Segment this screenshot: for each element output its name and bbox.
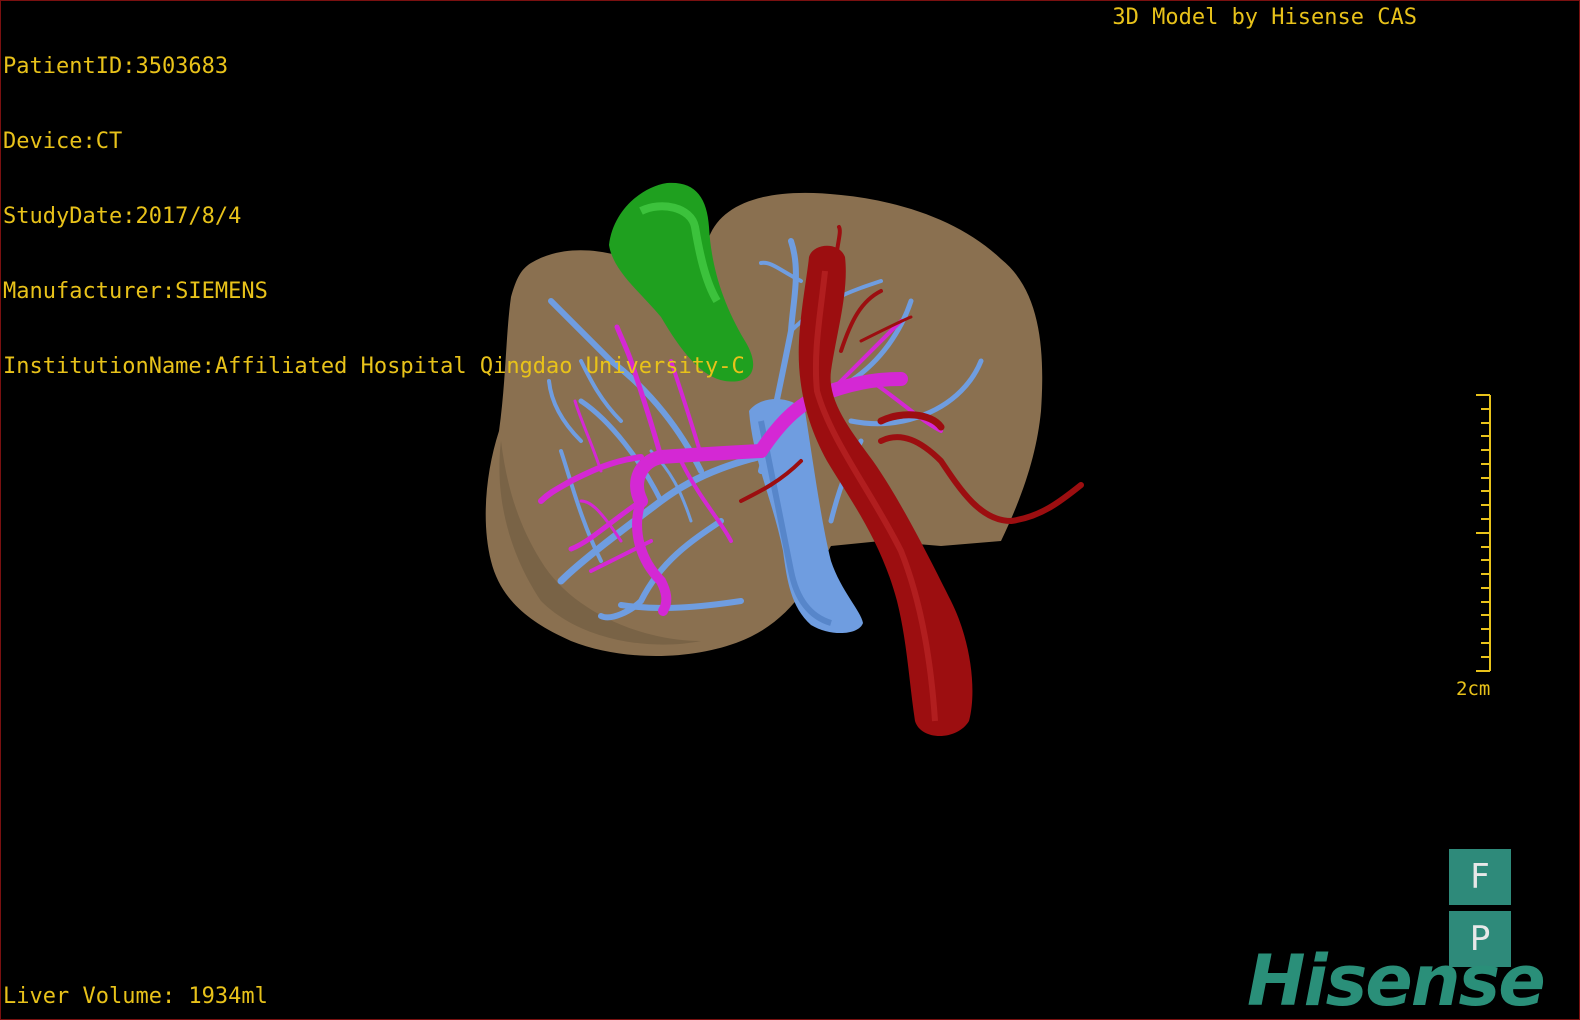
scale-bar xyxy=(1476,394,1491,672)
manufacturer-text: Manufacturer:SIEMENS xyxy=(3,279,268,304)
orientation-cube-front[interactable]: F xyxy=(1449,849,1511,905)
dicom-info-overlay: PatientID:3503683 Device:CT StudyDate:20… xyxy=(3,4,745,429)
hisense-logo: Hisense xyxy=(1247,940,1546,1020)
institution-name-text: InstitutionName:Affiliated Hospital Qing… xyxy=(3,354,745,379)
model-credit-text: 3D Model by Hisense CAS xyxy=(1112,5,1417,30)
patient-id-text: PatientID:3503683 xyxy=(3,54,229,79)
device-text: Device:CT xyxy=(3,129,123,154)
scale-bar-label: 2cm xyxy=(1456,678,1491,700)
liver-volume-text: Liver Volume: 1934ml xyxy=(3,984,268,1009)
3d-viewport[interactable]: PatientID:3503683 Device:CT StudyDate:20… xyxy=(0,0,1580,1020)
study-date-text: StudyDate:2017/8/4 xyxy=(3,204,242,229)
